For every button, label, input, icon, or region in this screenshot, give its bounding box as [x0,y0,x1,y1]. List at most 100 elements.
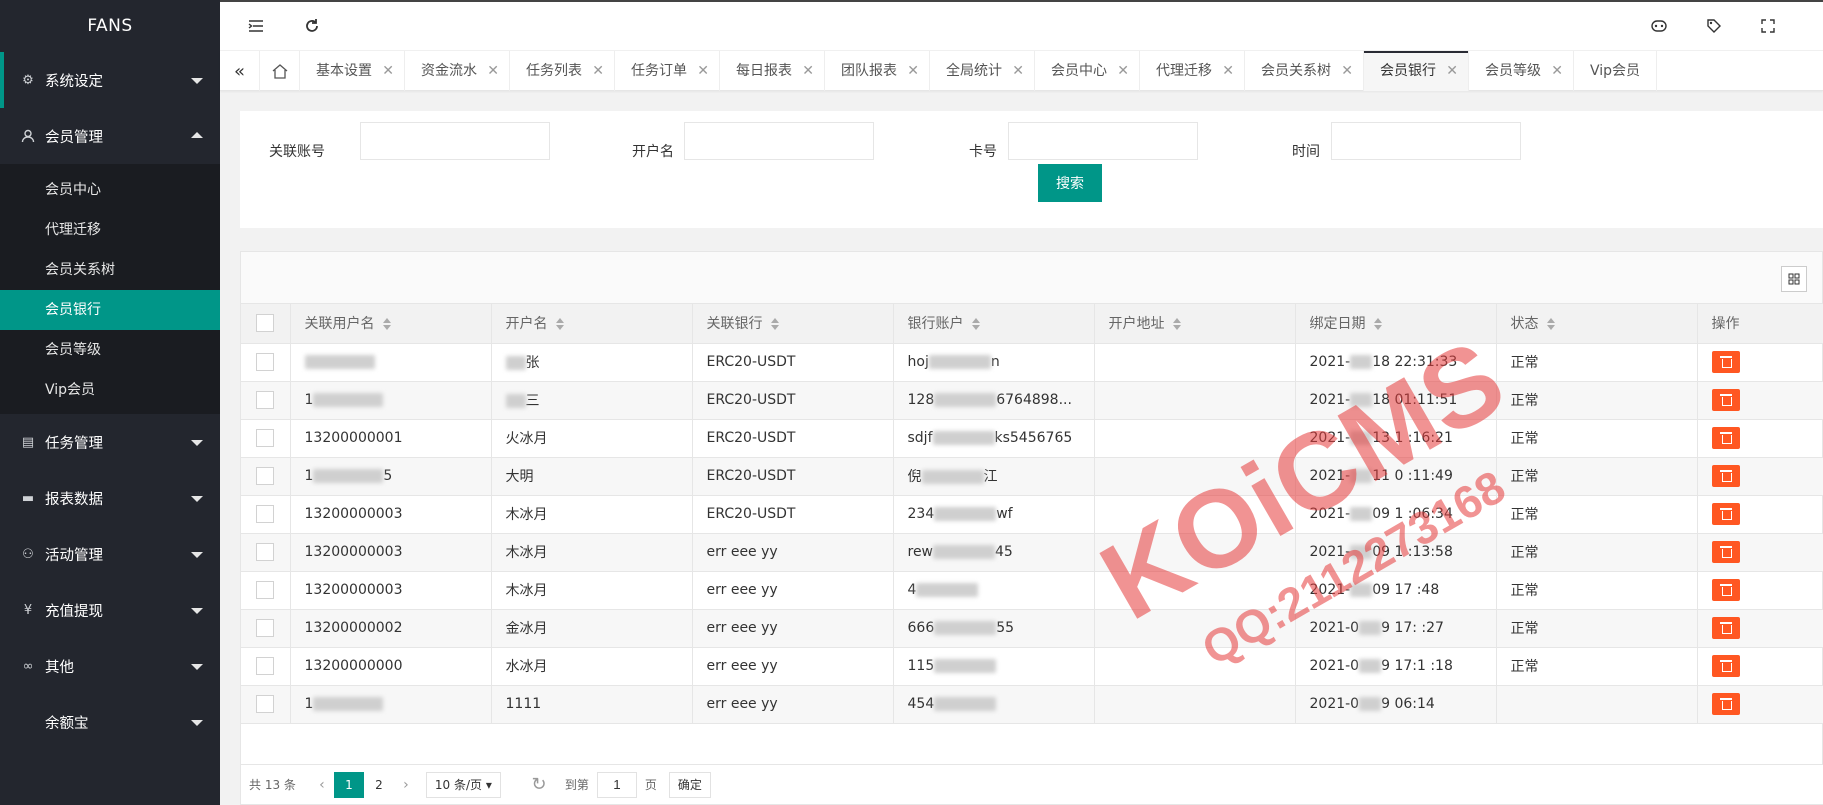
next-page-icon[interactable]: › [394,777,418,793]
close-icon[interactable]: ✕ [487,51,499,91]
nav-recharge-withdraw[interactable]: ¥ 充值提现 [0,582,220,638]
holder-input[interactable] [684,122,874,160]
tab-daily-report[interactable]: 每日报表 ✕ [720,51,825,91]
close-icon[interactable]: ✕ [1012,51,1024,91]
tabs-prev-icon[interactable]: « [220,51,260,91]
refresh-icon[interactable] [300,14,324,38]
tab-member-center[interactable]: 会员中心 ✕ [1035,51,1140,91]
row-checkbox[interactable] [256,467,275,485]
select-all-checkbox[interactable] [256,314,275,333]
home-tab-icon[interactable] [260,51,300,91]
tab-task-list[interactable]: 任务列表 ✕ [510,51,615,91]
sort-icon[interactable] [971,318,980,331]
close-icon[interactable]: ✕ [1446,51,1458,91]
tab-fund-flow[interactable]: 资金流水 ✕ [405,51,510,91]
delete-button[interactable] [1711,389,1740,411]
tag-icon[interactable] [1702,14,1726,38]
row-checkbox[interactable] [256,581,275,599]
row-checkbox[interactable] [256,353,275,371]
cell-date: 2021- 09 1 :13:58 [1295,533,1497,572]
cell-address [1094,419,1296,458]
row-checkbox[interactable] [256,657,275,675]
row-checkbox[interactable] [256,543,275,561]
cell-user: 13200000002 [290,609,492,648]
close-icon[interactable]: ✕ [697,51,709,91]
tab-vip-member[interactable]: Vip会员 [1574,51,1658,91]
sidebar-item-member-center[interactable]: 会员中心 [0,170,220,210]
close-icon[interactable]: ✕ [1222,51,1234,91]
sort-icon[interactable] [1546,318,1555,331]
close-icon[interactable]: ✕ [1551,51,1563,91]
sort-icon[interactable] [1172,318,1181,331]
close-icon[interactable]: ✕ [592,51,604,91]
cell-user: 13200000003 [290,495,492,534]
tab-agent-migration[interactable]: 代理迁移 ✕ [1140,51,1245,91]
col-header-user[interactable]: 关联用户名 [290,304,492,344]
delete-button[interactable] [1711,693,1740,715]
columns-filter-icon[interactable] [1781,266,1807,292]
sort-icon[interactable] [770,318,779,331]
delete-button[interactable] [1711,617,1740,639]
col-header-holder[interactable]: 开户名 [491,304,693,344]
close-icon[interactable]: ✕ [907,51,919,91]
sort-icon[interactable] [1373,318,1382,331]
theme-icon[interactable] [1647,14,1671,38]
delete-button[interactable] [1711,465,1740,487]
sidebar-item-member-level[interactable]: 会员等级 [0,330,220,370]
delete-button[interactable] [1711,655,1740,677]
sidebar-item-vip-member[interactable]: Vip会员 [0,370,220,410]
page-1[interactable]: 1 [333,771,364,798]
sidebar-item-member-bank[interactable]: 会员银行 [0,290,220,330]
row-checkbox[interactable] [256,391,275,409]
sidebar-item-member-tree[interactable]: 会员关系树 [0,250,220,290]
nav-system-settings[interactable]: ⚙ 系统设定 [0,52,220,108]
tab-global-stats[interactable]: 全局统计 ✕ [930,51,1035,91]
col-header-date[interactable]: 绑定日期 [1295,304,1497,344]
row-checkbox[interactable] [256,429,275,447]
col-header-bank[interactable]: 关联银行 [692,304,894,344]
nav-other[interactable]: ∞ 其他 [0,638,220,694]
sort-icon[interactable] [555,318,564,331]
col-header-account[interactable]: 银行账户 [893,304,1095,344]
tab-member-level[interactable]: 会员等级 ✕ [1469,51,1574,91]
nav-yuebao[interactable]: 余额宝 [0,694,220,750]
sidebar-item-agent-migration[interactable]: 代理迁移 [0,210,220,250]
delete-button[interactable] [1711,541,1740,563]
tab-label: 会员关系树 [1261,63,1331,79]
card-number-input[interactable] [1008,122,1198,160]
row-checkbox[interactable] [256,619,275,637]
time-input[interactable] [1331,122,1521,160]
nav-member-management[interactable]: 会员管理 [0,108,220,164]
search-button[interactable]: 搜索 [1038,164,1102,202]
sort-icon[interactable] [382,318,391,331]
refresh-page-icon[interactable]: ↻ [527,774,551,795]
page-size-select[interactable]: 10 条/页 ▾ [425,771,501,798]
tab-member-tree[interactable]: 会员关系树 ✕ [1245,51,1364,91]
goto-page-input[interactable] [596,771,637,798]
page-2[interactable]: 2 [364,772,394,798]
col-header-status[interactable]: 状态 [1496,304,1698,344]
nav-report-data[interactable]: ▬ 报表数据 [0,470,220,526]
menu-fold-icon[interactable] [244,14,268,38]
delete-button[interactable] [1711,351,1740,373]
tab-member-bank[interactable]: 会员银行 ✕ [1364,51,1469,91]
goto-confirm-button[interactable]: 确定 [668,771,711,798]
delete-button[interactable] [1711,579,1740,601]
close-icon[interactable]: ✕ [1341,51,1353,91]
delete-button[interactable] [1711,427,1740,449]
close-icon[interactable]: ✕ [1117,51,1129,91]
account-input[interactable] [360,122,550,160]
close-icon[interactable]: ✕ [802,51,814,91]
prev-page-icon[interactable]: ‹ [310,777,334,793]
fullscreen-icon[interactable] [1756,14,1780,38]
nav-task-management[interactable]: ▤ 任务管理 [0,414,220,470]
nav-activity-management[interactable]: ⚇ 活动管理 [0,526,220,582]
row-checkbox[interactable] [256,695,275,713]
tab-task-orders[interactable]: 任务订单 ✕ [615,51,720,91]
delete-button[interactable] [1711,503,1740,525]
row-checkbox[interactable] [256,505,275,523]
col-header-address[interactable]: 开户地址 [1094,304,1296,344]
close-icon[interactable]: ✕ [382,51,394,91]
tab-team-report[interactable]: 团队报表 ✕ [825,51,930,91]
tab-basic-settings[interactable]: 基本设置 ✕ [300,51,405,91]
